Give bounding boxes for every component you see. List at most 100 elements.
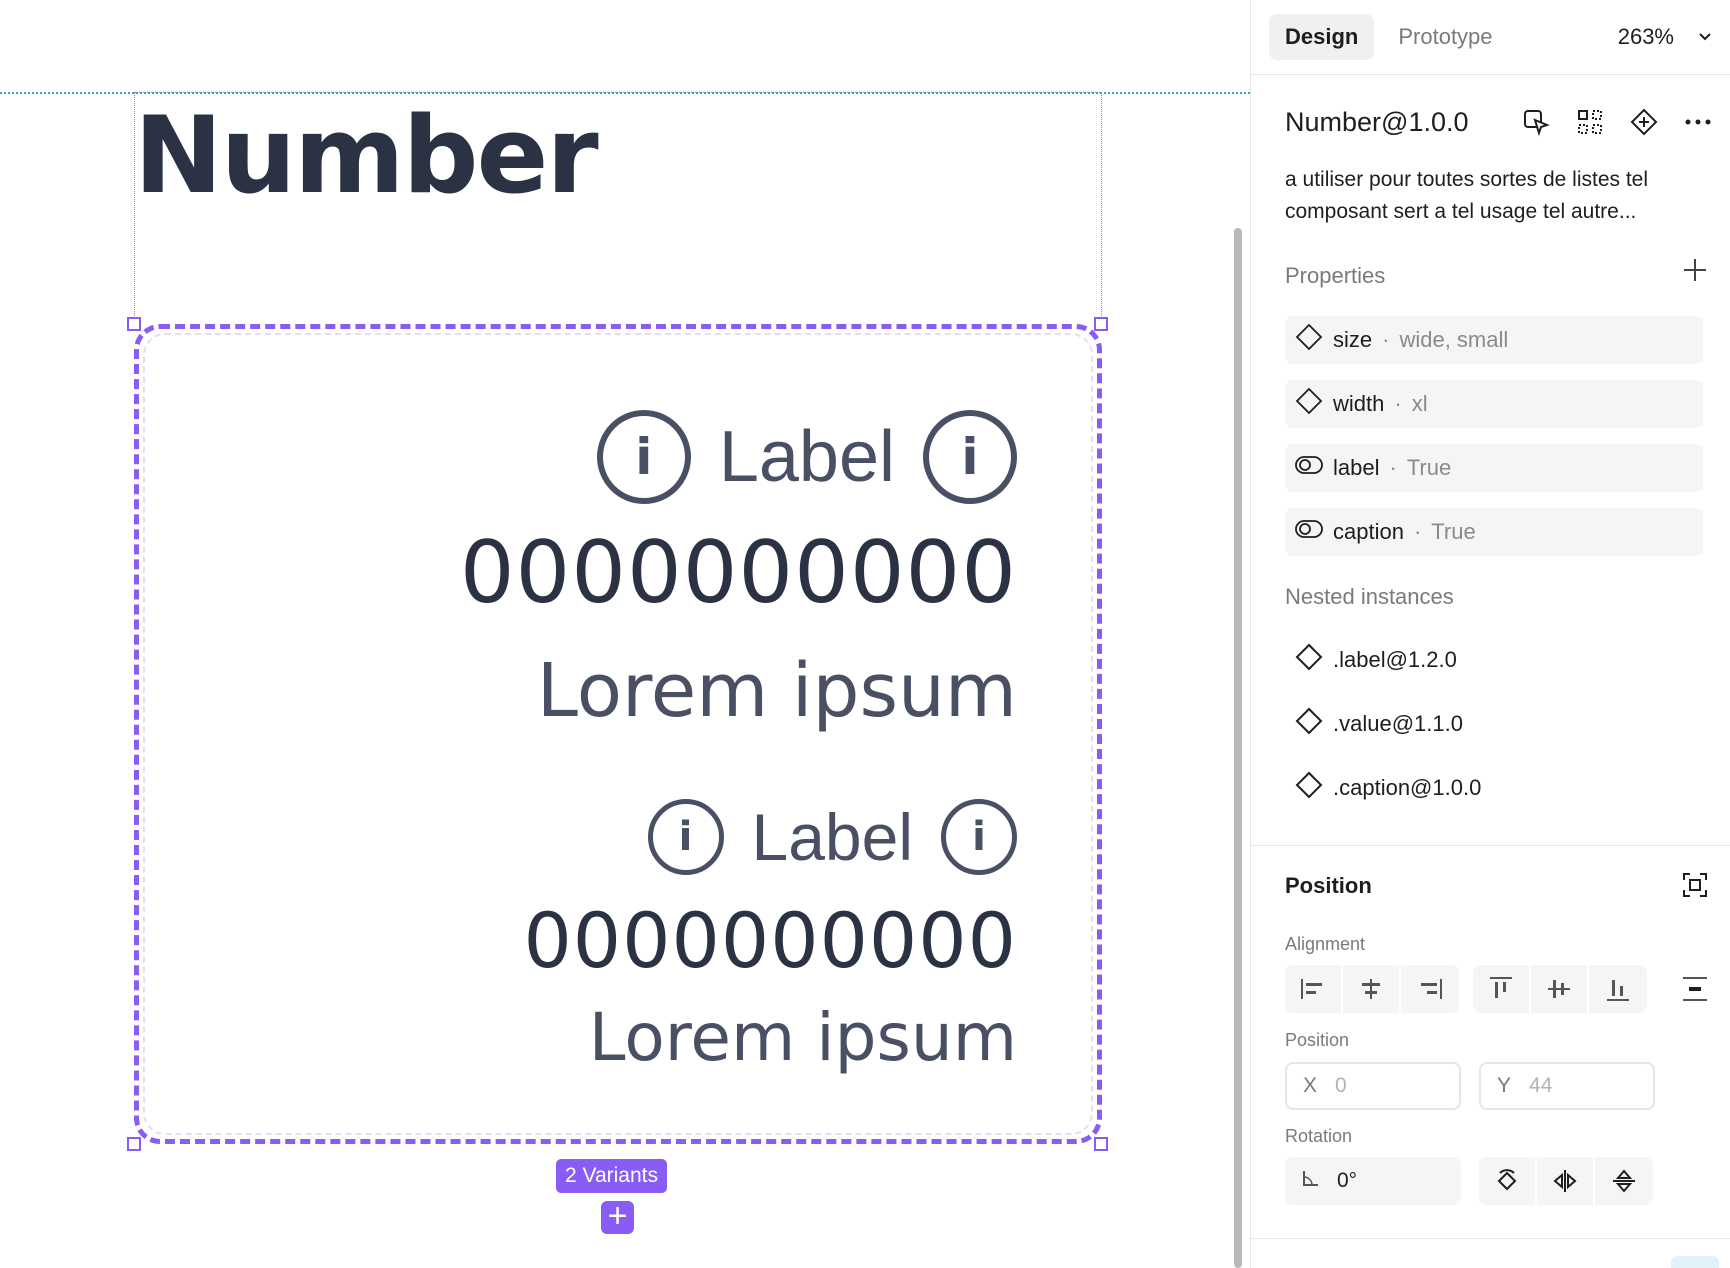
add-variant-diamond-icon[interactable] (1627, 105, 1661, 139)
label-text: Label (718, 417, 895, 497)
toggle-icon (1295, 519, 1323, 545)
y-value: 44 (1529, 1074, 1553, 1097)
tab-design[interactable]: Design (1269, 14, 1375, 60)
resize-handle-bottom-right[interactable] (1094, 1137, 1108, 1151)
panel-tabs: Design Prototype 263% (1251, 0, 1730, 75)
horizontal-align-group (1285, 965, 1459, 1013)
property-value: wide, small (1399, 327, 1509, 352)
y-label: Y (1497, 1074, 1512, 1097)
label-row: i Label i (596, 407, 1017, 507)
instance-diamond-icon (1295, 707, 1323, 741)
properties-title: Properties (1285, 263, 1386, 288)
toggle-icon (1295, 455, 1323, 481)
select-instances-icon[interactable] (1519, 105, 1553, 139)
property-name: label (1333, 455, 1380, 480)
rotate-90-icon[interactable] (1479, 1157, 1537, 1205)
caption-text: Lorem ipsum (536, 648, 1017, 734)
align-bottom-icon[interactable] (1589, 965, 1647, 1013)
component-name[interactable]: Number@1.0.0 (1285, 107, 1469, 138)
align-vertical-center-icon[interactable] (1531, 965, 1589, 1013)
variants-badge[interactable]: 2 Variants (556, 1159, 667, 1193)
property-separator: · (1413, 519, 1422, 544)
design-canvas[interactable]: Number i Label i 0000000000 Lorem ipsum … (0, 0, 1250, 1268)
nested-instance-name: .caption@1.0.0 (1333, 775, 1482, 800)
flip-vertical-icon[interactable] (1595, 1157, 1653, 1205)
properties-panel: Design Prototype 263% Number@1.0.0 a uti… (1250, 0, 1730, 1268)
y-position-input[interactable]: Y 44 (1479, 1062, 1655, 1110)
property-name: width (1333, 391, 1385, 416)
align-right-icon[interactable] (1401, 965, 1459, 1013)
value-text: 0000000000 (523, 896, 1017, 985)
x-position-input[interactable]: X 0 (1285, 1062, 1461, 1110)
angle-icon (1301, 1168, 1321, 1194)
variant-diamond-icon (1295, 323, 1323, 357)
add-variant-button[interactable]: + (601, 1199, 634, 1234)
alignment-label: Alignment (1285, 934, 1366, 954)
info-icon: i (923, 410, 1017, 504)
property-row-size[interactable]: size · wide, small (1285, 316, 1703, 364)
info-icon: i (647, 799, 724, 875)
variant-diamond-icon (1295, 387, 1323, 421)
zoom-dropdown[interactable]: 263% (1618, 24, 1712, 50)
info-icon: i (941, 799, 1017, 875)
component-grid-icon[interactable] (1573, 105, 1607, 139)
component-description[interactable]: a utiliser pour toutes sortes de listes … (1285, 164, 1705, 228)
transform-group (1479, 1157, 1653, 1205)
property-row-caption[interactable]: caption · True (1285, 508, 1703, 556)
position-label: Position (1285, 1030, 1350, 1050)
distribute-spacing-icon[interactable] (1681, 975, 1709, 1008)
label-text: Label (751, 800, 914, 874)
add-property-icon[interactable] (1682, 254, 1708, 291)
position-section-title: Position (1285, 873, 1372, 898)
align-left-icon[interactable] (1285, 965, 1343, 1013)
component-actions (1499, 105, 1715, 139)
component-header: Number@1.0.0 (1285, 105, 1715, 139)
instance-diamond-icon (1295, 643, 1323, 677)
nested-instance-name: .value@1.1.0 (1333, 711, 1463, 736)
canvas-scrollbar[interactable] (1234, 228, 1242, 1268)
frame-focus-icon[interactable] (1682, 872, 1708, 903)
rotation-input[interactable]: 0° (1285, 1157, 1461, 1205)
frame-title[interactable]: Number (134, 96, 599, 216)
x-label: X (1303, 1074, 1318, 1097)
align-top-icon[interactable] (1473, 965, 1531, 1013)
property-value: True (1431, 519, 1476, 544)
caption-text: Lorem ipsum (588, 999, 1017, 1076)
property-value: True (1406, 455, 1452, 480)
tab-prototype[interactable]: Prototype (1382, 14, 1508, 60)
more-options-icon[interactable] (1681, 105, 1715, 139)
flip-horizontal-icon[interactable] (1537, 1157, 1595, 1205)
rotation-value: 0° (1337, 1169, 1358, 1192)
property-name: size (1333, 327, 1373, 352)
rotation-label: Rotation (1285, 1126, 1353, 1146)
property-separator: · (1394, 391, 1402, 416)
value-text: 0000000000 (459, 523, 1017, 623)
variant-1[interactable]: i Label i 0000000000 Lorem ipsum (460, 407, 1017, 741)
resize-handle-top-right[interactable] (1094, 317, 1108, 331)
instance-diamond-icon (1295, 771, 1323, 805)
variant-2[interactable]: i Label i 0000000000 Lorem ipsum (523, 797, 1017, 1081)
property-row-label[interactable]: label · True (1285, 444, 1703, 492)
section-divider (1251, 1238, 1730, 1239)
x-value: 0 (1335, 1074, 1347, 1097)
resize-handle-top-left[interactable] (127, 317, 141, 331)
component-set[interactable]: i Label i 0000000000 Lorem ipsum i Label… (134, 324, 1102, 1144)
chevron-down-icon (1698, 29, 1712, 45)
property-separator: · (1389, 455, 1397, 480)
vertical-align-group (1473, 965, 1647, 1013)
align-horizontal-center-icon[interactable] (1343, 965, 1401, 1013)
label-row: i Label i (647, 797, 1017, 877)
zoom-value: 263% (1617, 24, 1674, 49)
nested-instances-title: Nested instances (1285, 584, 1454, 609)
property-separator: · (1382, 327, 1390, 352)
property-value: xl (1411, 391, 1428, 416)
bottom-chip[interactable] (1671, 1256, 1719, 1268)
nested-instance-name: .label@1.2.0 (1333, 647, 1457, 672)
property-name: caption (1333, 519, 1404, 544)
nested-instance-label[interactable]: .label@1.2.0 (1285, 636, 1703, 684)
nested-instance-value[interactable]: .value@1.1.0 (1285, 700, 1703, 748)
section-divider (1251, 845, 1730, 846)
resize-handle-bottom-left[interactable] (127, 1137, 141, 1151)
property-row-width[interactable]: width · xl (1285, 380, 1703, 428)
nested-instance-caption[interactable]: .caption@1.0.0 (1285, 764, 1703, 812)
